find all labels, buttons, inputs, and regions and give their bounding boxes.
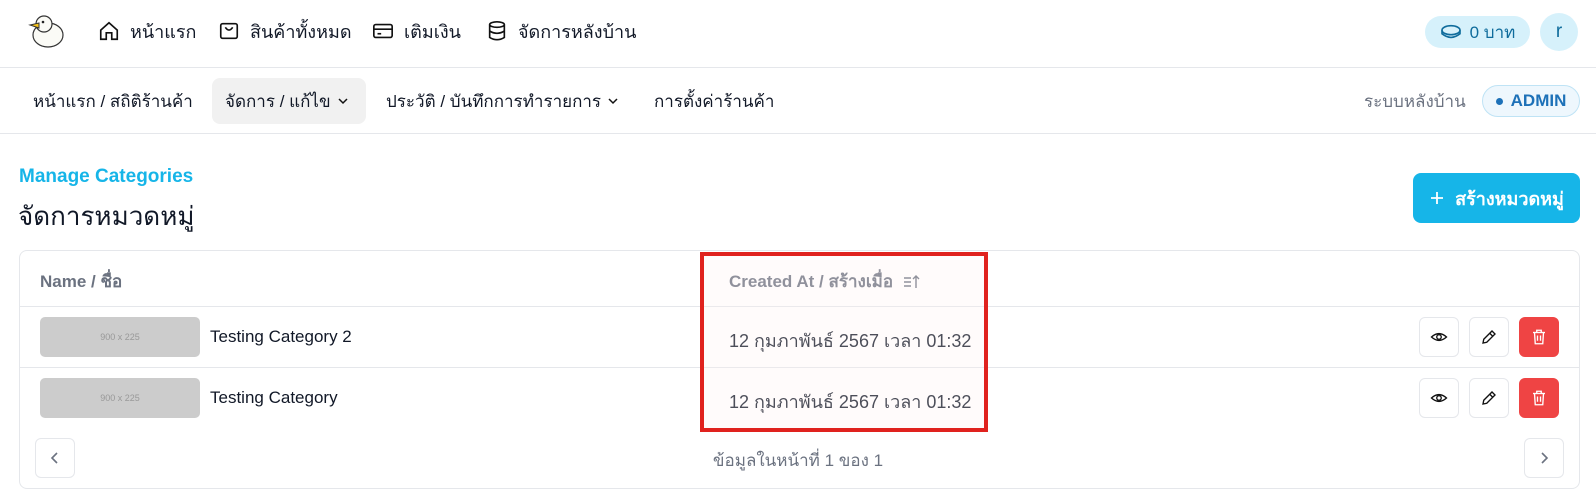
view-button[interactable]: [1419, 378, 1459, 418]
trash-icon: [1533, 390, 1545, 406]
row-divider: [20, 367, 1579, 368]
subnav-history-label: ประวัติ / บันทึกการทำรายการ: [386, 91, 602, 111]
create-category-label: สร้างหมวดหมู่: [1455, 188, 1564, 209]
duck-logo-icon[interactable]: [26, 11, 66, 51]
view-button[interactable]: [1419, 317, 1459, 357]
category-created-at: 12 กุมภาพันธ์ 2567 เวลา 01:32: [729, 392, 972, 412]
trash-icon: [1533, 329, 1545, 345]
top-navbar: หน้าแรก สินค้าทั้งหมด เติมเงิน จัดการหลั…: [0, 0, 1596, 68]
page-eyebrow: Manage Categories: [19, 166, 194, 187]
chevron-right-icon: [1541, 452, 1549, 464]
pagination-info: ข้อมูลในหน้าที่ 1 ของ 1: [712, 451, 884, 470]
pencil-icon: [1482, 330, 1496, 344]
delete-button[interactable]: [1519, 378, 1559, 418]
pencil-icon: [1482, 391, 1496, 405]
category-name: Testing Category: [210, 388, 338, 407]
role-badge: ADMIN: [1482, 85, 1580, 117]
page-title: จัดการหมวดหมู่: [18, 201, 195, 231]
delete-button[interactable]: [1519, 317, 1559, 357]
wallet-balance-badge[interactable]: 0 บาท: [1425, 16, 1530, 48]
next-page-button[interactable]: [1524, 438, 1564, 478]
subnav-settings-label: การตั้งค่าร้านค้า: [654, 91, 775, 111]
column-header-name[interactable]: Name / ชื่อ: [40, 268, 122, 295]
subnav-settings[interactable]: การตั้งค่าร้านค้า: [641, 78, 787, 124]
database-icon: [488, 21, 506, 41]
nav-topup[interactable]: เติมเงิน: [372, 18, 461, 44]
coin-icon: [1440, 24, 1461, 39]
subnav-dashboard-label: หน้าแรก / สถิติร้านค้า: [33, 91, 193, 111]
column-header-name-label: Name / ชื่อ: [40, 272, 123, 291]
nav-home-label: หน้าแรก: [130, 21, 197, 42]
subnav-manage-label: จัดการ / แก้ไข: [225, 91, 331, 111]
system-label: ระบบหลังบ้าน: [1364, 92, 1466, 111]
category-thumbnail: 900 x 225: [40, 317, 200, 357]
home-icon: [99, 21, 119, 41]
edit-button[interactable]: [1469, 317, 1509, 357]
wallet-balance-text: 0 บาท: [1469, 22, 1516, 42]
column-header-created-at-label: Created At / สร้างเมื่อ: [729, 272, 894, 291]
category-name: Testing Category 2: [210, 327, 352, 346]
credit-card-icon: [373, 23, 393, 39]
subnav-dashboard[interactable]: หน้าแรก / สถิติร้านค้า: [20, 78, 206, 124]
subnav-history[interactable]: ประวัติ / บันทึกการทำรายการ: [373, 78, 632, 124]
column-header-created-at[interactable]: Created At / สร้างเมื่อ: [729, 268, 921, 295]
category-created-at: 12 กุมภาพันธ์ 2567 เวลา 01:32: [729, 331, 972, 351]
nav-backoffice-label: จัดการหลังบ้าน: [518, 21, 637, 42]
nav-backoffice[interactable]: จัดการหลังบ้าน: [486, 18, 636, 44]
eye-icon: [1430, 393, 1448, 403]
nav-all-products-label: สินค้าทั้งหมด: [250, 21, 352, 42]
user-avatar[interactable]: r: [1540, 13, 1578, 51]
category-thumbnail: 900 x 225: [40, 378, 200, 418]
chevron-down-icon: [608, 98, 618, 105]
nav-topup-label: เติมเงิน: [404, 21, 461, 42]
plus-icon: [1431, 192, 1444, 204]
subnav-manage[interactable]: จัดการ / แก้ไข: [212, 78, 366, 124]
nav-home[interactable]: หน้าแรก: [98, 18, 196, 44]
eye-icon: [1430, 332, 1448, 342]
status-dot: [1495, 97, 1503, 105]
create-category-button[interactable]: สร้างหมวดหมู่: [1413, 173, 1580, 223]
sort-ascending-icon[interactable]: [903, 274, 921, 290]
role-badge-text: ADMIN: [1510, 91, 1567, 110]
row-divider: [20, 306, 1579, 307]
chevron-down-icon: [338, 98, 348, 105]
edit-button[interactable]: [1469, 378, 1509, 418]
sub-navbar: หน้าแรก / สถิติร้านค้า จัดการ / แก้ไข ปร…: [0, 68, 1596, 134]
nav-all-products[interactable]: สินค้าทั้งหมด: [218, 18, 352, 44]
shopping-bag-icon: [219, 22, 239, 40]
